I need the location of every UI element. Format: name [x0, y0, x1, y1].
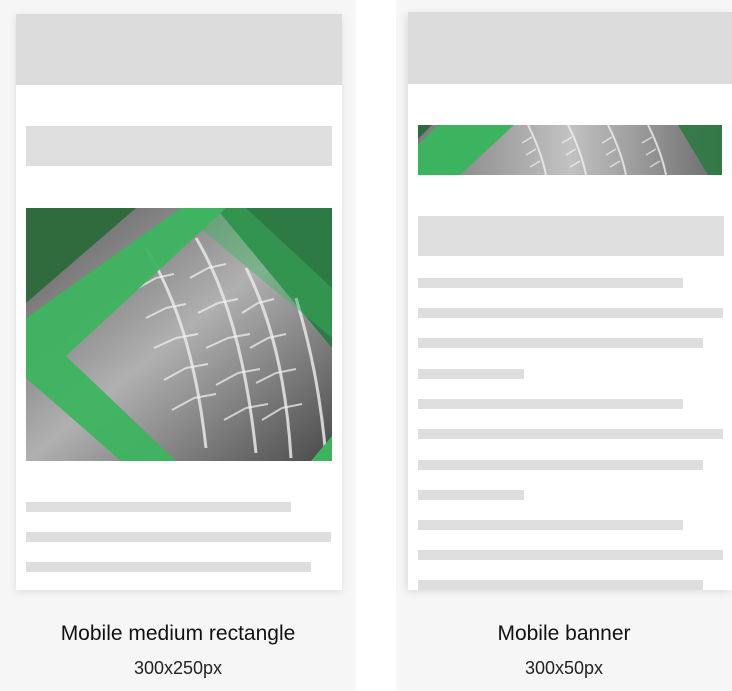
preview-title-banner: Mobile banner	[497, 622, 631, 645]
text-line-placeholder	[418, 399, 683, 409]
phone-mockup-banner	[408, 12, 732, 590]
phone-header-placeholder	[16, 14, 342, 85]
text-line-placeholder	[418, 429, 723, 439]
preview-title-medium-rectangle: Mobile medium rectangle	[60, 622, 296, 645]
phone-header-placeholder	[408, 12, 732, 84]
phone-mockup-medium-rectangle	[16, 14, 342, 590]
text-line-placeholder	[418, 369, 524, 379]
text-line-placeholder	[418, 490, 524, 500]
preview-size-medium-rectangle: 300x250px	[133, 658, 223, 678]
text-line-placeholder	[418, 278, 683, 288]
text-line-placeholder	[418, 308, 723, 318]
ad-creative-banner[interactable]	[418, 125, 722, 175]
text-line-placeholder	[26, 562, 311, 572]
text-line-placeholder	[26, 502, 291, 512]
title-placeholder	[418, 216, 724, 256]
title-placeholder	[26, 126, 332, 166]
text-line-placeholder	[418, 460, 703, 470]
text-line-placeholder	[418, 338, 703, 348]
fern-ad-image	[26, 208, 332, 461]
ad-creative-medium-rectangle[interactable]	[26, 208, 332, 461]
text-line-placeholder	[26, 532, 331, 542]
text-line-placeholder	[418, 580, 703, 590]
text-line-placeholder	[418, 520, 683, 530]
fern-banner-image	[418, 125, 722, 175]
preview-size-banner: 300x50px	[524, 658, 604, 678]
text-line-placeholder	[418, 550, 723, 560]
